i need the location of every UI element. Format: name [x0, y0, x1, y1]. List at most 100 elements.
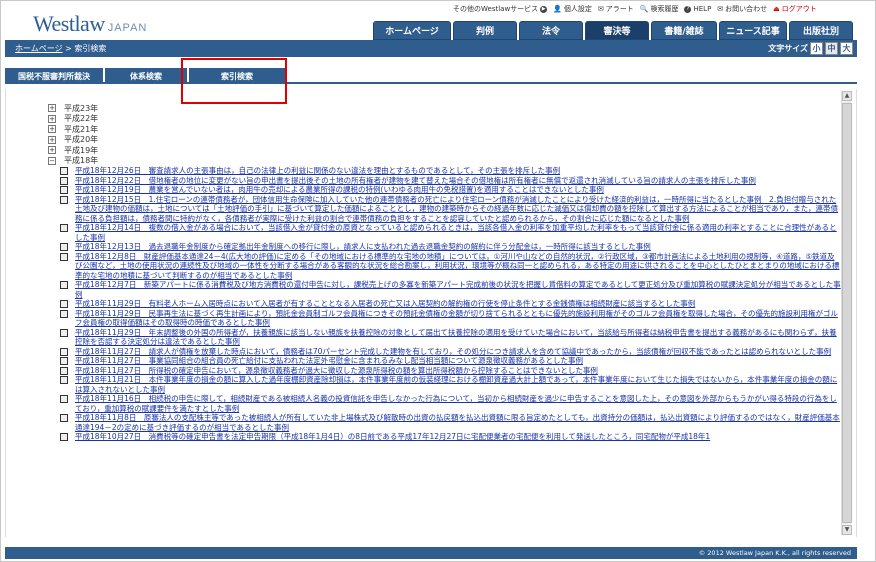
- plus-icon[interactable]: +: [48, 135, 56, 144]
- util-personal-settings[interactable]: 👤 個人設定: [553, 4, 592, 14]
- font-size-large[interactable]: 大: [840, 42, 853, 55]
- util-other-services[interactable]: その他のWestlawサービス ▶: [453, 4, 548, 14]
- util-contact[interactable]: ✉ お問い合わせ: [717, 4, 767, 14]
- year-label: 平成21年: [64, 124, 99, 134]
- plus-icon[interactable]: +: [48, 104, 56, 113]
- plus-icon[interactable]: +: [48, 114, 56, 123]
- entry-link[interactable]: 平成18年12月15日 1.住宅ローンの連帯債務者が，団体信用生命保険に加入して…: [75, 195, 842, 224]
- document-icon: [60, 243, 68, 251]
- breadcrumb-home[interactable]: ホームページ: [15, 44, 63, 53]
- entry-link[interactable]: 平成18年11月27日 所得税の確定申告において，源泉徴収義務者が過大に徴収した…: [75, 366, 598, 376]
- entry-link[interactable]: 平成18年12月26日 審査請求人の主張事由は，自己の法律上の利益に関係のない違…: [75, 166, 560, 176]
- nav-hanrei[interactable]: 判例: [453, 21, 517, 40]
- entry-link[interactable]: 平成18年12月8日 財産評価基本通達24－4(広大地の評価)に定める「その地域…: [75, 252, 842, 281]
- vertical-scrollbar[interactable]: ▲ ▼: [841, 91, 852, 535]
- list-item[interactable]: 平成18年11月27日 所得税の確定申告において，源泉徴収義務者が過大に徴収した…: [60, 366, 842, 376]
- list-item[interactable]: 平成18年12月26日 審査請求人の主張事由は，自己の法律上の利益に関係のない違…: [60, 166, 842, 176]
- list-item[interactable]: 平成18年12月8日 財産評価基本通達24－4(広大地の評価)に定める「その地域…: [60, 252, 842, 281]
- nav-horei[interactable]: 法令: [519, 21, 583, 40]
- logo-main: Westlaw: [33, 11, 105, 36]
- util-label: ログアウト: [781, 5, 817, 13]
- list-item[interactable]: 平成18年11月27日 請求人が債権を放棄した時点において，債務者は70パーセン…: [60, 347, 842, 357]
- list-item[interactable]: 平成18年12月14日 複数の借入金がある場合において，当該借入金が貸付金の原資…: [60, 223, 842, 242]
- minus-icon[interactable]: −: [48, 156, 56, 165]
- list-item[interactable]: 平成18年11月29日 民事再生法に基づく再生計画により，預託金会員制ゴルフ会員…: [60, 309, 842, 328]
- entry-link[interactable]: 平成18年11月29日 有料老人ホーム入居時点において入居者が有することとなる入…: [75, 299, 695, 309]
- footer: © 2012 Westlaw Japan K.K., all rights re…: [5, 547, 857, 559]
- entry-link[interactable]: 平成18年12月13日 過去退職年金制度から確定拠出年金制度への移行に際し，請求…: [75, 242, 651, 252]
- help-icon: ?: [684, 5, 692, 13]
- util-help[interactable]: ? HELP: [684, 5, 711, 13]
- tree-year[interactable]: + 平成19年: [48, 145, 842, 156]
- scroll-down-icon[interactable]: ▼: [842, 525, 852, 535]
- year-label: 平成22年: [64, 114, 99, 124]
- nav-publisher[interactable]: 出版社別: [789, 21, 853, 40]
- document-icon: [60, 347, 68, 356]
- entry-link[interactable]: 平成18年11月27日 事業協同組合の組合員の死亡給付に支払われた法定外弔慰金に…: [75, 356, 583, 366]
- list-item[interactable]: 平成18年12月15日 1.住宅ローンの連帯債務者が，団体信用生命保険に加入して…: [60, 195, 842, 224]
- util-label: お問い合わせ: [725, 5, 768, 13]
- nav-books[interactable]: 書籍/雑誌: [651, 21, 717, 40]
- nav-shinketsu[interactable]: 審決等: [585, 21, 649, 40]
- list-item[interactable]: 平成18年11月8日 原審法人の支配株主等であった被相続人が所有していた非上場株…: [60, 413, 842, 432]
- util-label: 個人設定: [563, 5, 592, 13]
- document-icon: [60, 414, 68, 422]
- list-item[interactable]: 平成18年10月27日 消費税等の確定申告書を法定申告期限（平成18年1月4日）…: [60, 432, 842, 442]
- nav-news[interactable]: ニュース記事: [719, 21, 787, 40]
- tab-taikei[interactable]: 体系検索: [105, 68, 187, 84]
- entry-link[interactable]: 平成18年11月16日 相続税の申告に際して，相続財産である被相続人名義の投資信…: [75, 394, 842, 413]
- entry-link[interactable]: 平成18年12月19日 農業を営んでいない者は，肉用牛の売却による農業所得の課税…: [75, 185, 604, 195]
- util-label: アラート: [605, 5, 634, 13]
- entry-link[interactable]: 平成18年12月22日 借地権者の地位に変更がない旨の申出書を提出後その土地の所…: [75, 176, 756, 186]
- list-item[interactable]: 平成18年12月7日 新築アパートに係る消費税及び地方消費税の還付申告に対し，課…: [60, 280, 842, 299]
- breadcrumb-sep: >: [65, 44, 72, 53]
- westlaw-japan-logo[interactable]: Westlaw JAPAN: [33, 11, 147, 37]
- util-search-history[interactable]: 🔍 検索履歴: [640, 4, 679, 14]
- entry-link[interactable]: 平成18年12月7日 新築アパートに係る消費税及び地方消費税の還付申告に対し，課…: [75, 280, 842, 299]
- document-icon: [60, 252, 68, 261]
- list-item[interactable]: 平成18年12月22日 借地権者の地位に変更がない旨の申出書を提出後その土地の所…: [60, 176, 842, 186]
- tree-year[interactable]: + 平成23年: [48, 103, 842, 114]
- font-size-small[interactable]: 小: [810, 42, 823, 55]
- list-item[interactable]: 平成18年11月29日 有料老人ホーム入居時点において入居者が有することとなる入…: [60, 299, 842, 309]
- tab-saiketsu[interactable]: 国税不服審判所裁決: [5, 68, 103, 84]
- entry-link[interactable]: 平成18年11月29日 民事再生法に基づく再生計画により，預託金会員制ゴルフ会員…: [75, 309, 842, 328]
- plus-icon[interactable]: +: [48, 146, 56, 155]
- list-item[interactable]: 平成18年12月13日 過去退職年金制度から確定拠出年金制度への移行に際し，請求…: [60, 242, 842, 252]
- breadcrumb-current: 索引検索: [74, 44, 107, 53]
- font-size-control: 文字サイズ 小 中 大: [768, 42, 853, 55]
- scroll-thumb[interactable]: [842, 103, 852, 523]
- entry-link[interactable]: 平成18年11月8日 原審法人の支配株主等であった被相続人が所有していた非上場株…: [75, 413, 842, 432]
- tree-year-expanded[interactable]: − 平成18年: [48, 156, 842, 167]
- alert-icon: ✉: [597, 5, 604, 13]
- document-icon: [60, 309, 68, 318]
- scroll-up-icon[interactable]: ▲: [842, 91, 852, 101]
- list-item[interactable]: 平成18年11月29日 年末調整後の外国の所得者が，扶養親族に該当しない親族を扶…: [60, 328, 842, 347]
- list-item[interactable]: 平成18年11月27日 事業協同組合の組合員の死亡給付に支払われた法定外弔慰金に…: [60, 356, 842, 366]
- mail-icon: ✉: [717, 5, 724, 13]
- main-nav: ホームページ 判例 法令 審決等 書籍/雑誌 ニュース記事 出版社別: [373, 21, 853, 40]
- list-item[interactable]: 平成18年12月19日 農業を営んでいない者は，肉用牛の売却による農業所得の課税…: [60, 185, 842, 195]
- year-label: 平成23年: [64, 103, 99, 113]
- tree-year[interactable]: + 平成20年: [48, 135, 842, 146]
- entry-link[interactable]: 平成18年11月27日 請求人が債権を放棄した時点において，債務者は70パーセン…: [75, 347, 831, 357]
- entry-link[interactable]: 平成18年11月21日 本件事業年度の損金の額に算入した過年度棚卸資産除却損は，…: [75, 375, 842, 394]
- document-icon: [60, 281, 68, 289]
- tree-year[interactable]: + 平成21年: [48, 124, 842, 135]
- util-alert[interactable]: ✉ アラート: [598, 4, 634, 14]
- entry-link[interactable]: 平成18年11月29日 年末調整後の外国の所得者が，扶養親族に該当しない親族を扶…: [75, 328, 842, 347]
- entry-link[interactable]: 平成18年12月14日 複数の借入金がある場合において，当該借入金が貸付金の原資…: [75, 223, 842, 242]
- document-icon: [60, 300, 68, 308]
- list-item[interactable]: 平成18年11月21日 本件事業年度の損金の額に算入した過年度棚卸資産除却損は，…: [60, 375, 842, 394]
- font-size-medium[interactable]: 中: [825, 42, 838, 55]
- tree-year[interactable]: + 平成22年: [48, 114, 842, 125]
- nav-home[interactable]: ホームページ: [373, 21, 451, 40]
- document-icon: [60, 224, 68, 232]
- plus-icon[interactable]: +: [48, 125, 56, 134]
- util-label: 検索履歴: [650, 5, 679, 13]
- util-label: HELP: [693, 5, 712, 13]
- util-logout[interactable]: ⏏ ログアウト: [773, 4, 817, 14]
- entry-link[interactable]: 平成18年10月27日 消費税等の確定申告書を法定申告期限（平成18年1月4日）…: [75, 432, 710, 442]
- list-item[interactable]: 平成18年11月16日 相続税の申告に際して，相続財産である被相続人名義の投資信…: [60, 394, 842, 413]
- logo-sub: JAPAN: [107, 22, 148, 34]
